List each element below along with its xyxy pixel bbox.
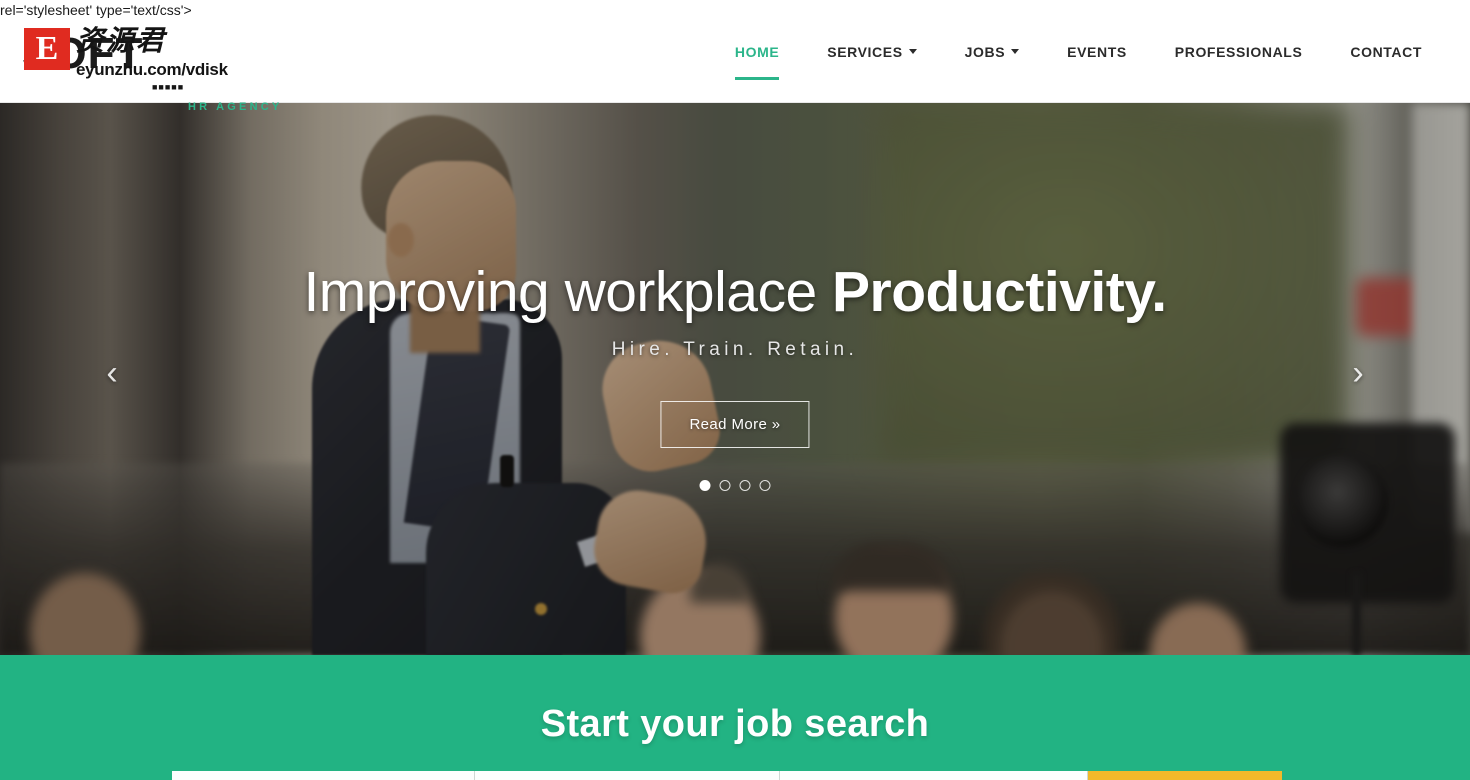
nav-item-professionals-label: PROFESSIONALS bbox=[1174, 43, 1303, 60]
carousel-indicators bbox=[699, 480, 771, 491]
hero-carousel: Improving workplace Productivity. Hire. … bbox=[0, 103, 1470, 655]
hero-content: Improving workplace Productivity. Hire. … bbox=[0, 103, 1470, 655]
chevron-down-icon bbox=[1011, 49, 1020, 54]
nav-item-services[interactable]: SERVICES bbox=[803, 0, 940, 103]
job-search-submit-button[interactable] bbox=[1088, 771, 1282, 780]
leaked-stylesheet-text: rel='stylesheet' type='text/css'> bbox=[0, 2, 192, 18]
job-search-heading: Start your job search bbox=[540, 703, 930, 745]
nav-item-events[interactable]: EVENTS bbox=[1043, 0, 1151, 103]
hero-subheadline: Hire. Train. Retain. bbox=[611, 339, 859, 360]
carousel-indicator-1[interactable] bbox=[699, 480, 711, 491]
site-logo[interactable]: SOFT HR AGENCY bbox=[22, 24, 322, 114]
job-keyword-input[interactable] bbox=[172, 771, 475, 780]
carousel-next-icon[interactable]: › bbox=[1338, 353, 1378, 393]
nav-item-jobs-label: JOBS bbox=[964, 43, 1006, 60]
job-location-input[interactable] bbox=[475, 771, 780, 780]
nav-item-contact[interactable]: CONTACT bbox=[1326, 0, 1446, 103]
main-navigation: HOME SERVICES JOBS EVENTS PROFESSIONALS … bbox=[711, 0, 1446, 103]
hero-read-more-button[interactable]: Read More » bbox=[660, 401, 810, 448]
job-category-select[interactable] bbox=[780, 771, 1088, 780]
nav-item-professionals[interactable]: PROFESSIONALS bbox=[1151, 0, 1327, 103]
hero-headline-light: Improving workplace bbox=[303, 260, 833, 324]
carousel-indicator-2[interactable] bbox=[719, 480, 731, 491]
carousel-prev-icon[interactable]: ‹ bbox=[92, 353, 132, 393]
nav-item-home[interactable]: HOME bbox=[711, 0, 803, 103]
job-search-form bbox=[172, 771, 1282, 780]
chevron-down-icon bbox=[908, 49, 917, 54]
carousel-indicator-4[interactable] bbox=[759, 480, 771, 491]
logo-wordmark: SOFT bbox=[22, 29, 144, 78]
hero-headline-bold: Productivity. bbox=[832, 260, 1167, 324]
nav-item-events-label: EVENTS bbox=[1067, 43, 1127, 60]
job-search-section: Start your job search bbox=[0, 655, 1470, 780]
nav-item-jobs[interactable]: JOBS bbox=[941, 0, 1044, 103]
carousel-indicator-3[interactable] bbox=[739, 480, 751, 491]
hero-headline: Improving workplace Productivity. bbox=[0, 261, 1470, 323]
logo-tagline: HR AGENCY bbox=[188, 101, 283, 113]
site-header: SOFT HR AGENCY HOME SERVICES JOBS EVENTS… bbox=[0, 0, 1470, 114]
nav-item-contact-label: CONTACT bbox=[1350, 43, 1422, 60]
nav-item-home-label: HOME bbox=[734, 43, 780, 60]
nav-item-services-label: SERVICES bbox=[827, 43, 903, 60]
